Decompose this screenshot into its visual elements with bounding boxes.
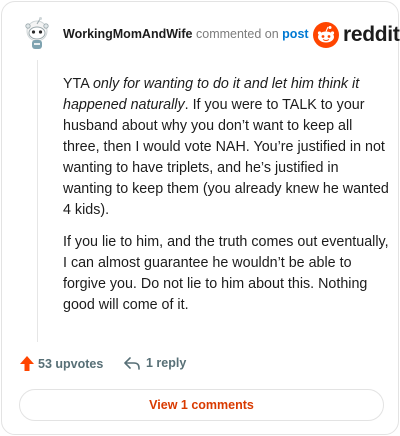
- reply-count: 1 reply: [146, 356, 187, 370]
- username-link[interactable]: WorkingMomAndWife: [63, 27, 193, 41]
- reddit-alien-icon: [313, 22, 339, 48]
- reply-arrow-icon: [124, 356, 140, 370]
- comment-card: WorkingMomAndWife commented on post redd…: [1, 1, 400, 435]
- paragraph-1-rest: . If you were to TALK to your husband ab…: [63, 97, 389, 218]
- comment-header: WorkingMomAndWife commented on post redd…: [18, 16, 400, 52]
- reddit-logo[interactable]: reddit: [313, 22, 400, 48]
- comment-paragraph-1: YTA only for wanting to do it and let hi…: [63, 74, 389, 221]
- post-link[interactable]: post: [282, 27, 308, 41]
- verdict-text: YTA: [63, 76, 93, 92]
- upvote-arrow-icon: [20, 356, 34, 371]
- thread-line[interactable]: [37, 60, 38, 342]
- comment-body: YTA only for wanting to do it and let hi…: [63, 74, 389, 327]
- reddit-wordmark: reddit: [343, 23, 400, 46]
- snoo-avatar-icon[interactable]: [20, 16, 54, 52]
- header-text: WorkingMomAndWife commented on post: [63, 27, 309, 41]
- comment-paragraph-2: If you lie to him, and the truth comes o…: [63, 234, 389, 313]
- upvote-button[interactable]: 53 upvotes: [20, 356, 103, 371]
- view-comments-button[interactable]: View 1 comments: [19, 389, 384, 421]
- commented-on-label: commented on: [196, 27, 279, 41]
- comment-actions: 53 upvotes 1 reply: [20, 354, 380, 376]
- upvote-count: 53 upvotes: [38, 356, 104, 371]
- reply-button[interactable]: 1 reply: [124, 356, 186, 370]
